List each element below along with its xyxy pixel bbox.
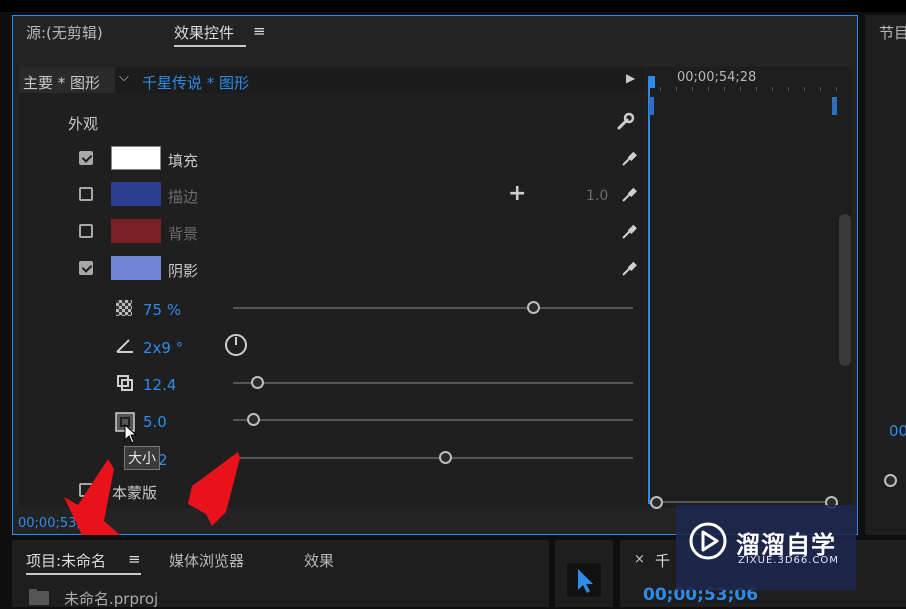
angle-dial-icon[interactable] xyxy=(224,333,248,357)
shadow-distance-value[interactable]: 12.4 xyxy=(143,376,176,394)
folder-icon xyxy=(29,589,49,605)
angle-icon xyxy=(116,339,133,353)
program-playhead-knob[interactable] xyxy=(884,474,897,487)
play-triangle-icon[interactable]: ▶ xyxy=(626,71,635,85)
project-file-name[interactable]: 未命名.prproj xyxy=(64,588,158,609)
vertical-scrollbar[interactable] xyxy=(839,214,851,366)
selection-arrow-icon xyxy=(578,569,593,593)
tab-underline xyxy=(26,573,141,575)
playhead-line xyxy=(648,88,650,504)
mouse-cursor-icon xyxy=(124,424,138,444)
stroke-color-swatch[interactable] xyxy=(111,182,161,206)
program-panel xyxy=(865,15,906,535)
eyedropper-icon[interactable] xyxy=(620,186,638,204)
shadow-opacity-value[interactable]: 75 % xyxy=(143,301,181,319)
stroke-checkbox[interactable] xyxy=(79,187,93,201)
distance-slider-knob[interactable] xyxy=(251,376,264,389)
tab-sequence[interactable]: 千 xyxy=(655,550,670,571)
watermark-url: ZIXUE.3D66.COM xyxy=(738,555,839,566)
panel-menu-icon[interactable]: ≡ xyxy=(253,22,266,40)
shadow-label: 阴影 xyxy=(168,262,199,280)
close-icon[interactable]: × xyxy=(634,552,645,567)
clip-header xyxy=(19,67,645,93)
opacity-icon xyxy=(116,300,132,316)
project-menu-icon[interactable]: ≡ xyxy=(128,550,141,568)
distance-icon xyxy=(117,375,133,391)
fill-color-swatch[interactable] xyxy=(111,146,161,170)
eyedropper-icon[interactable] xyxy=(620,223,638,241)
watermark-logo: 溜溜自学 ZIXUE.3D66.COM xyxy=(676,505,856,590)
master-clip-label[interactable]: 主要 * 图形 xyxy=(23,72,100,93)
tab-project[interactable]: 项目:未命名 xyxy=(26,550,106,571)
play-logo-icon xyxy=(689,522,727,560)
red-arrow-annotation xyxy=(64,459,120,535)
blur-slider-knob[interactable] xyxy=(439,451,452,464)
tab-media-browser[interactable]: 媒体浏览器 xyxy=(169,550,244,571)
shadow-checkbox[interactable] xyxy=(79,261,93,275)
clip-name-label[interactable]: 千星传说 * 图形 xyxy=(142,72,249,93)
effect-timeline[interactable] xyxy=(646,67,852,508)
fill-label: 填充 xyxy=(168,152,199,170)
eyedropper-icon[interactable] xyxy=(620,150,638,168)
add-stroke-icon[interactable]: + xyxy=(508,181,526,206)
distance-slider-track[interactable] xyxy=(233,382,633,384)
eyedropper-icon[interactable] xyxy=(620,260,638,278)
program-timecode-partial: 00 xyxy=(889,422,906,440)
opacity-slider-track[interactable] xyxy=(233,307,633,309)
tab-program[interactable]: 节目 xyxy=(879,22,906,43)
ruler-ticks xyxy=(660,87,840,91)
shadow-size-value[interactable]: 5.0 xyxy=(143,413,167,431)
appearance-section-label: 外观 xyxy=(68,115,99,133)
tab-effects[interactable]: 效果 xyxy=(304,550,334,571)
clip-start-marker xyxy=(649,97,654,115)
background-checkbox[interactable] xyxy=(79,224,93,238)
tab-source[interactable]: 源:(无剪辑) xyxy=(26,22,103,43)
zoom-track[interactable] xyxy=(655,501,831,503)
red-arrow-annotation xyxy=(188,452,240,526)
top-strip xyxy=(0,0,906,12)
stroke-label: 描边 xyxy=(168,188,199,206)
size-slider-track[interactable] xyxy=(233,419,633,421)
fill-checkbox[interactable] xyxy=(79,151,93,165)
playhead-marker[interactable] xyxy=(648,76,655,88)
background-color-swatch[interactable] xyxy=(111,219,161,243)
zoom-handle-left[interactable] xyxy=(650,496,663,509)
blur-slider-track[interactable] xyxy=(233,457,633,459)
clip-end-marker xyxy=(832,97,837,115)
background-label: 背景 xyxy=(168,225,199,243)
selection-tool-button[interactable] xyxy=(567,563,601,597)
stroke-width-value[interactable]: 1.0 xyxy=(586,188,608,204)
tab-effect-controls[interactable]: 效果控件 xyxy=(174,22,234,43)
size-slider-knob[interactable] xyxy=(247,413,260,426)
opacity-slider-knob[interactable] xyxy=(527,301,540,314)
tab-underline xyxy=(174,45,246,47)
shadow-color-swatch[interactable] xyxy=(111,256,161,280)
timeline-time-label: 00;00;54;28 xyxy=(677,70,757,85)
chevron-down-icon[interactable]: ⌵ xyxy=(119,70,129,85)
shadow-angle-value[interactable]: 2x9 ° xyxy=(143,339,183,357)
wrench-icon[interactable] xyxy=(615,112,635,132)
